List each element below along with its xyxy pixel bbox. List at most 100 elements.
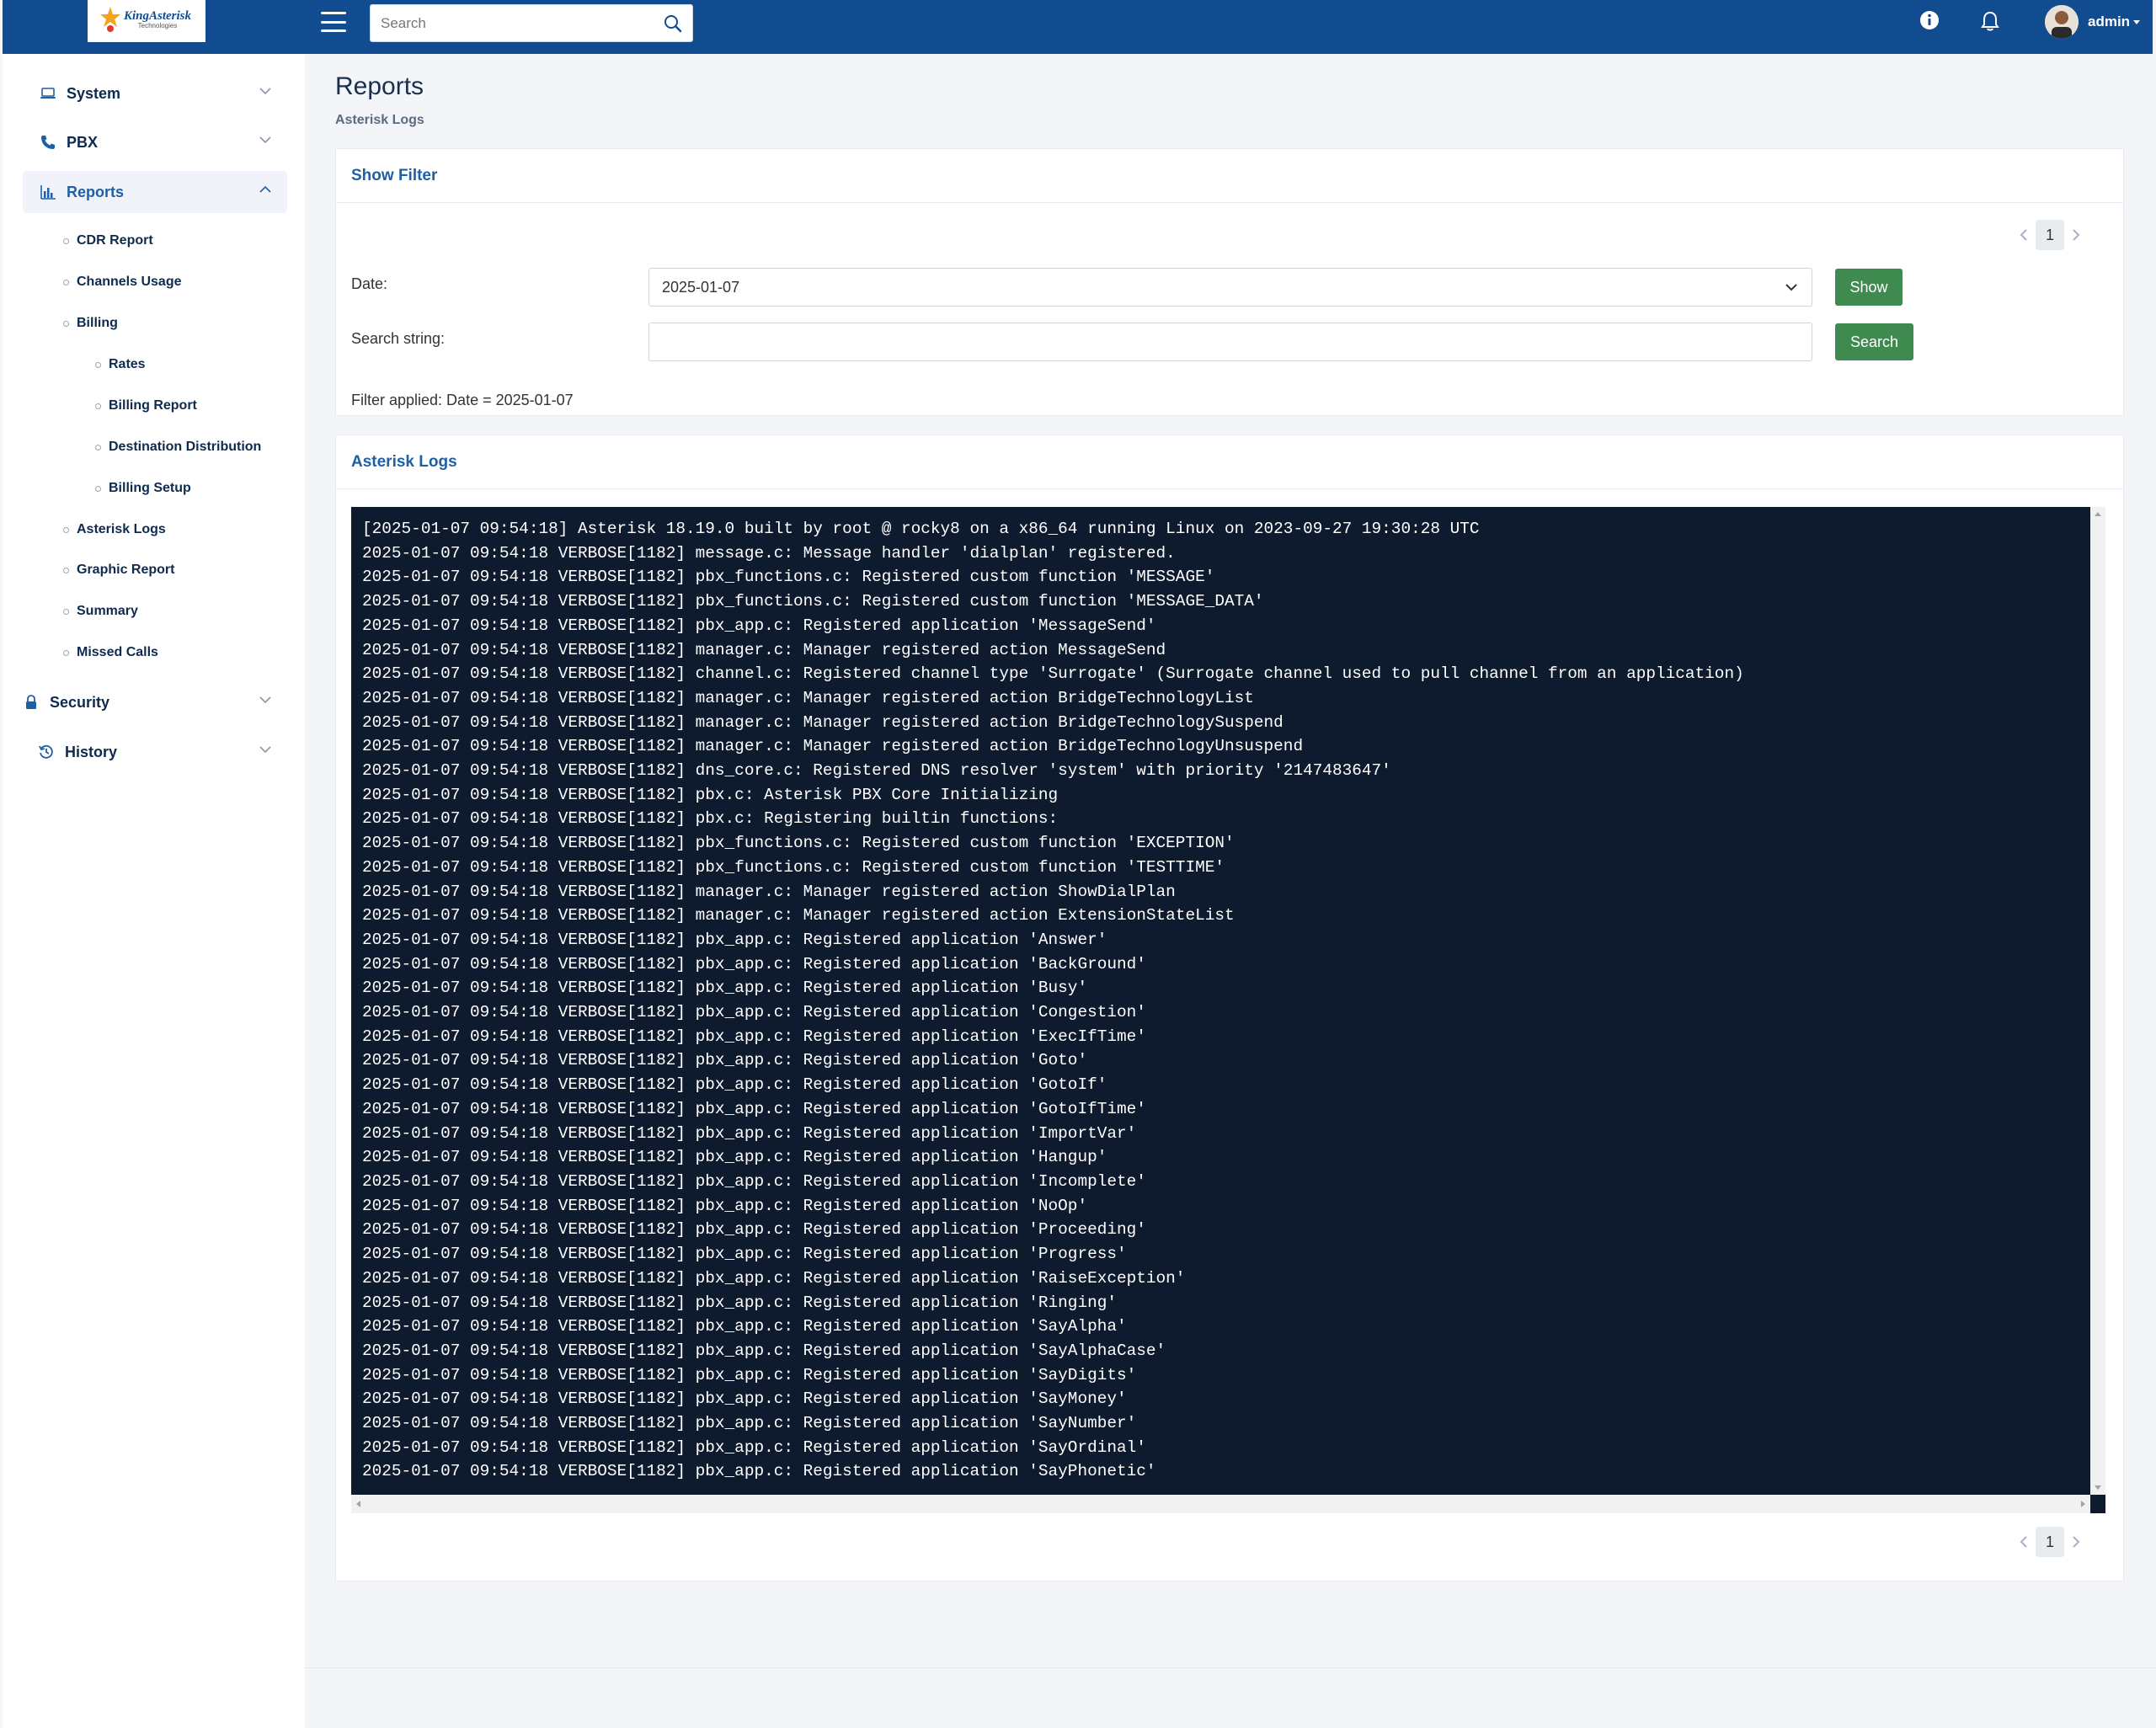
date-select[interactable]: 2025-01-07 (648, 268, 1812, 307)
bullet-icon (63, 237, 69, 244)
chevron-up-icon (259, 185, 271, 193)
chevron-down-icon (1785, 284, 1797, 291)
sidebar-subitem-missed-calls[interactable]: Missed Calls (63, 645, 158, 660)
bullet-icon (63, 567, 69, 573)
sidebar-item-history[interactable]: History (23, 731, 287, 773)
chevron-down-icon (259, 136, 271, 144)
chevron-right-icon (2073, 1536, 2080, 1548)
sidebar-subitem-billing[interactable]: Billing (63, 316, 118, 331)
sidebar-subitem-destination-distribution[interactable]: Destination Distribution (95, 440, 261, 455)
log-line: 2025-01-07 09:54:18 VERBOSE[1182] manage… (362, 688, 1254, 707)
user-menu[interactable]: admin (2088, 13, 2141, 30)
date-select-value: 2025-01-07 (662, 278, 740, 296)
sidebar-item-pbx[interactable]: PBX (23, 121, 287, 163)
lock-icon (26, 695, 36, 709)
phone-icon (41, 136, 55, 149)
sidebar-subitem-label: Destination Distribution (109, 440, 262, 454)
log-line: 2025-01-07 09:54:18 VERBOSE[1182] manage… (362, 906, 1235, 925)
bar-chart-icon (40, 185, 56, 200)
bullet-icon (63, 279, 69, 285)
sidebar-item-label: System (67, 84, 121, 102)
chevron-left-icon (2020, 229, 2027, 241)
search-input[interactable] (371, 5, 657, 41)
sidebar-subitem-label: Billing Report (109, 398, 197, 413)
user-avatar[interactable] (2045, 5, 2079, 39)
sidebar-subitem-label: Asterisk Logs (77, 522, 166, 536)
date-label: Date: (351, 275, 388, 292)
next-page-button[interactable] (2064, 220, 2088, 250)
prev-page-button[interactable] (2012, 220, 2036, 250)
log-line: 2025-01-07 09:54:18 VERBOSE[1182] pbx_ap… (362, 1317, 1127, 1336)
sidebar-subitem-rates[interactable]: Rates (95, 357, 146, 372)
breadcrumb[interactable]: Asterisk Logs (335, 113, 424, 128)
show-button[interactable]: Show (1835, 269, 1903, 306)
sidebar-subitem-asterisk-logs[interactable]: Asterisk Logs (63, 522, 166, 537)
search-string-input[interactable] (648, 323, 1812, 361)
sidebar-subitem-graphic-report[interactable]: Graphic Report (63, 563, 174, 578)
log-line: 2025-01-07 09:54:18 VERBOSE[1182] pbx_ap… (362, 1365, 1137, 1384)
log-line: 2025-01-07 09:54:18 VERBOSE[1182] pbx_ap… (362, 1051, 1088, 1070)
hamburger-icon-bar (321, 29, 346, 32)
log-line: 2025-01-07 09:54:18 VERBOSE[1182] pbx_fu… (362, 592, 1264, 611)
sidebar-item-label: Security (50, 693, 110, 711)
sidebar-item-label: PBX (67, 133, 99, 151)
log-content: [2025-01-07 09:54:18] Asterisk 18.19.0 b… (351, 507, 2090, 1495)
sidebar-subitem-label: Billing Setup (109, 481, 191, 495)
page-title: Reports (335, 72, 424, 100)
log-line: 2025-01-07 09:54:18 VERBOSE[1182] pbx_ap… (362, 1003, 1146, 1022)
log-line: 2025-01-07 09:54:18 VERBOSE[1182] pbx_fu… (362, 857, 1225, 877)
horizontal-scrollbar[interactable] (351, 1495, 2090, 1513)
sidebar-subitem-label: Graphic Report (77, 563, 175, 577)
menu-toggle-button[interactable] (321, 10, 346, 34)
bullet-icon (95, 403, 101, 409)
chevron-down-icon (259, 746, 271, 754)
sidebar-item-security[interactable]: Security (23, 681, 287, 723)
log-line: 2025-01-07 09:54:18 VERBOSE[1182] manage… (362, 737, 1304, 756)
info-icon[interactable] (1919, 10, 1940, 30)
sidebar-subitem-billing-setup[interactable]: Billing Setup (95, 481, 191, 496)
sidebar-item-label: History (65, 743, 118, 760)
pagination-top: 1 (2012, 220, 2088, 250)
sidebar-subitem-billing-report[interactable]: Billing Report (95, 398, 197, 413)
sidebar-subitem-summary[interactable]: Summary (63, 604, 138, 619)
sidebar-subitem-label: Channels Usage (77, 275, 182, 289)
log-line: 2025-01-07 09:54:18 VERBOSE[1182] pbx_ap… (362, 954, 1146, 973)
log-line: 2025-01-07 09:54:18 VERBOSE[1182] manage… (362, 882, 1176, 901)
bell-icon[interactable] (1980, 10, 2000, 32)
sidebar-item-reports[interactable]: Reports (23, 171, 287, 213)
asterisk-logs-card: Asterisk Logs [2025-01-07 09:54:18] Aste… (335, 435, 2124, 1581)
next-page-button[interactable] (2064, 1527, 2088, 1557)
logo-text: KingAsterisk (123, 9, 192, 23)
log-viewer[interactable]: [2025-01-07 09:54:18] Asterisk 18.19.0 b… (351, 507, 2105, 1513)
scroll-up-icon (2095, 512, 2101, 516)
hamburger-icon-bar (321, 12, 346, 14)
search-icon[interactable] (664, 14, 682, 33)
filter-card: Show Filter 1 Date: 2025-01-07 Show Sear… (335, 148, 2124, 416)
top-navbar: KingAsterisk Technologies admin (3, 0, 2153, 54)
sidebar-subitem-label: Summary (77, 604, 138, 618)
log-line: 2025-01-07 09:54:18 VERBOSE[1182] messag… (362, 543, 1176, 563)
log-line: 2025-01-07 09:54:18 VERBOSE[1182] pbx_fu… (362, 834, 1235, 853)
scroll-down-icon (2095, 1485, 2101, 1490)
bullet-icon (63, 608, 69, 615)
user-name: admin (2088, 13, 2131, 29)
log-line: 2025-01-07 09:54:18 VERBOSE[1182] pbx_ap… (362, 1099, 1146, 1118)
page-number-button[interactable]: 1 (2036, 1527, 2064, 1557)
vertical-scrollbar[interactable] (2090, 507, 2105, 1495)
log-line: 2025-01-07 09:54:18 VERBOSE[1182] pbx_ap… (362, 1027, 1146, 1046)
page-number-button[interactable]: 1 (2036, 220, 2064, 250)
prev-page-button[interactable] (2012, 1527, 2036, 1557)
search-button[interactable]: Search (1835, 323, 1913, 360)
sidebar-subitem-cdr-report[interactable]: CDR Report (63, 233, 153, 248)
sidebar-subitem-channels-usage[interactable]: Channels Usage (63, 275, 181, 290)
brand-logo[interactable]: KingAsterisk Technologies (88, 0, 205, 42)
log-line: 2025-01-07 09:54:18 VERBOSE[1182] pbx_ap… (362, 616, 1156, 635)
sidebar-item-label: Reports (67, 183, 125, 200)
caret-down-icon (2133, 20, 2141, 25)
sidebar-item-system[interactable]: System (23, 72, 287, 115)
global-search (370, 4, 693, 42)
sidebar-subitem-label: Rates (109, 357, 146, 371)
filter-applied-text: Filter applied: Date = 2025-01-07 (351, 392, 574, 408)
footer-divider (305, 1667, 2156, 1668)
filter-card-header[interactable]: Show Filter (336, 149, 2123, 203)
